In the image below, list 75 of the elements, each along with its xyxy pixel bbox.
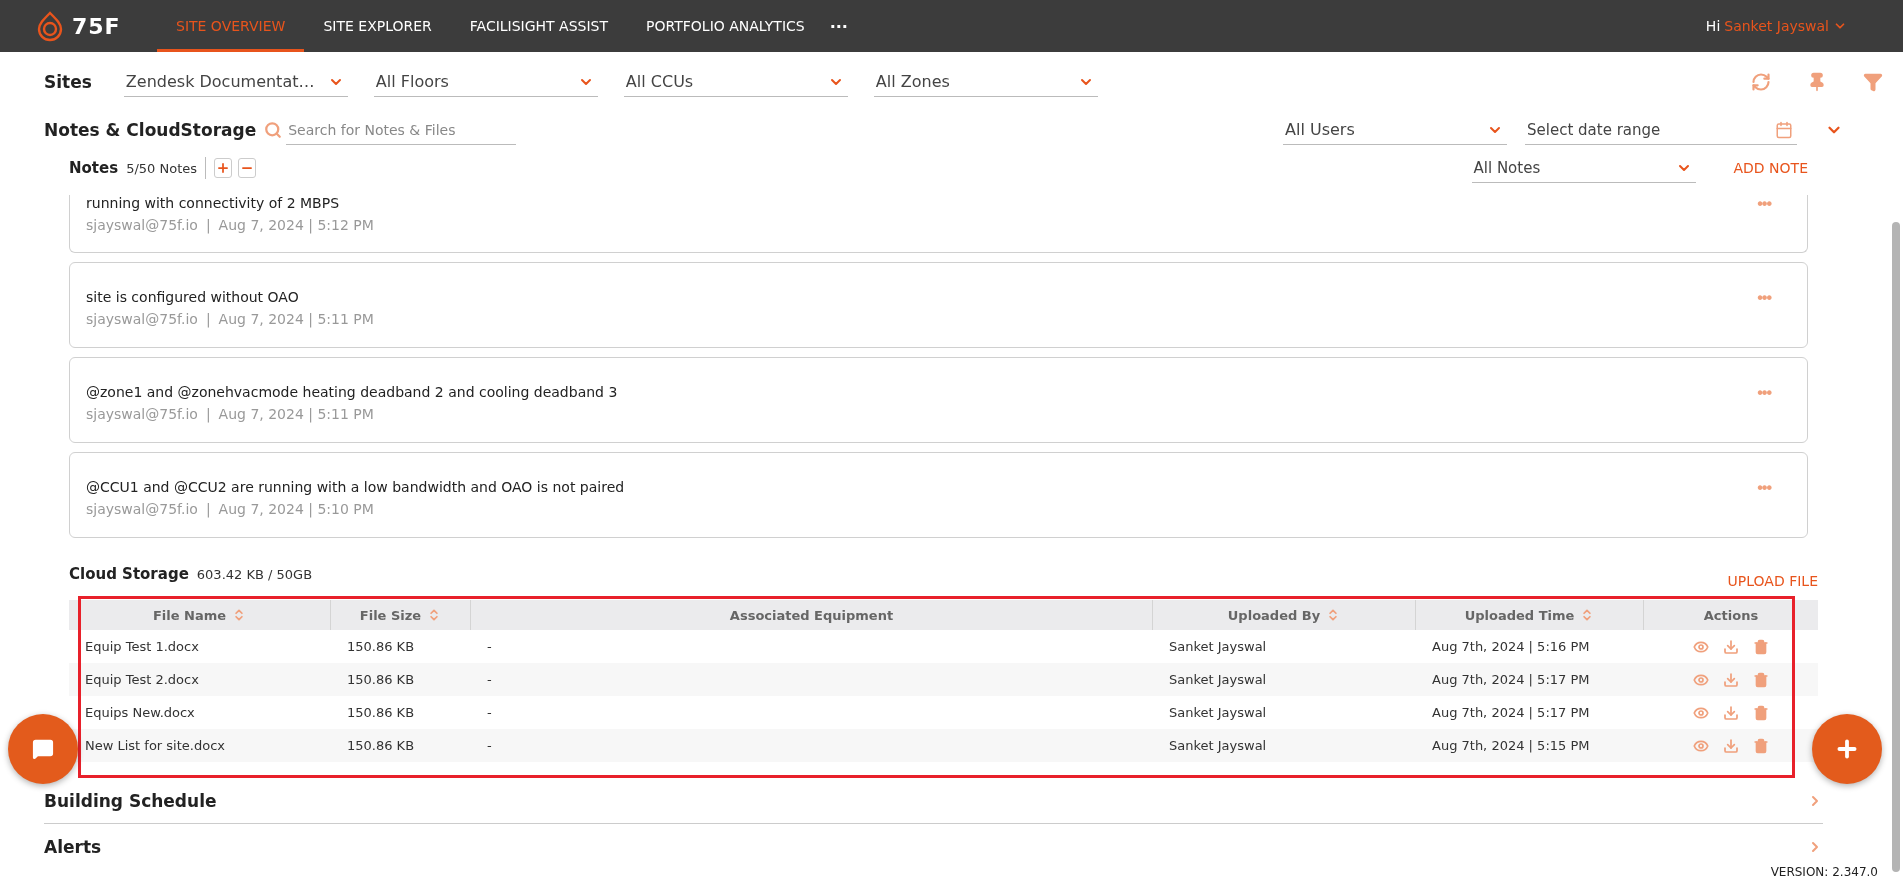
note-text: @CCU1 and @CCU2 are running with a low bandwidth and OAO is not paired bbox=[86, 479, 625, 495]
filter-dropdown[interactable]: All CCUs bbox=[623, 67, 848, 97]
cloud-storage-title: Cloud Storage bbox=[69, 565, 189, 583]
download-icon[interactable] bbox=[1723, 671, 1739, 688]
notes-dropdown[interactable]: All Notes bbox=[1471, 153, 1696, 183]
date-range-field[interactable]: Select date range bbox=[1525, 115, 1797, 145]
table-cell: Sanket Jayswal bbox=[1153, 729, 1416, 762]
section-title: Notes & CloudStorage bbox=[44, 120, 257, 140]
column-header[interactable]: File Size bbox=[331, 600, 471, 630]
trash-icon[interactable] bbox=[1753, 704, 1769, 721]
notes-title: Notes bbox=[69, 159, 119, 177]
pin-icon[interactable] bbox=[1807, 72, 1827, 92]
search-icon bbox=[264, 121, 283, 139]
chat-icon bbox=[32, 738, 54, 760]
trash-icon[interactable] bbox=[1753, 737, 1769, 754]
trash-icon[interactable] bbox=[1753, 671, 1769, 688]
logo-text: 75F bbox=[72, 13, 121, 39]
nav-tab[interactable]: FACILISIGHT ASSIST bbox=[450, 0, 628, 52]
notes-count: 5/50 Notes bbox=[126, 160, 197, 176]
table-cell: Equip Test 2.docx bbox=[69, 663, 331, 696]
nav-tab[interactable]: SITE EXPLORER bbox=[304, 0, 451, 52]
trash-icon[interactable] bbox=[1753, 638, 1769, 655]
note-author: sjayswal@75f.io bbox=[86, 311, 198, 327]
section-heading[interactable]: Alerts bbox=[44, 837, 102, 857]
calendar-icon bbox=[1775, 120, 1793, 139]
add-button[interactable] bbox=[1812, 714, 1882, 784]
column-header[interactable]: Uploaded Time bbox=[1416, 600, 1644, 630]
version-label: VERSION: 2.347.0 bbox=[1770, 865, 1878, 876]
users-dropdown[interactable]: All Users bbox=[1283, 115, 1507, 145]
refresh-icon[interactable] bbox=[1751, 72, 1771, 92]
note-time: Aug 7, 2024 | 5:12 PM bbox=[218, 217, 374, 233]
storage-usage: 603.42 KB / 50GB bbox=[196, 566, 313, 582]
table-cell: - bbox=[471, 663, 1153, 696]
column-header: Associated Equipment bbox=[471, 600, 1153, 630]
download-icon[interactable] bbox=[1723, 704, 1739, 721]
separator: | bbox=[205, 311, 211, 327]
column-header[interactable]: Uploaded By bbox=[1153, 600, 1416, 630]
table-cell: Sanket Jayswal bbox=[1153, 663, 1416, 696]
note-author: sjayswal@75f.io bbox=[86, 406, 198, 422]
note-text: running with connectivity of 2 MBPS bbox=[86, 195, 341, 211]
nav-tab[interactable]: PORTFOLIO ANALYTICS bbox=[627, 0, 824, 52]
note-text: site is configured without OAO bbox=[86, 289, 300, 305]
download-icon[interactable] bbox=[1723, 737, 1739, 754]
table-cell: 150.86 KB bbox=[331, 729, 471, 762]
filter-dropdown[interactable]: All Zones bbox=[873, 67, 1098, 97]
user-menu[interactable]: Hi Sanket Jayswal bbox=[1699, 0, 1853, 52]
more-menu[interactable]: ··· bbox=[823, 0, 854, 52]
filter-icon[interactable] bbox=[1863, 72, 1883, 92]
scrollbar[interactable] bbox=[1892, 222, 1900, 872]
table-cell: 150.86 KB bbox=[331, 663, 471, 696]
filter-dropdown[interactable]: All Floors bbox=[373, 67, 598, 97]
note-time: Aug 7, 2024 | 5:10 PM bbox=[218, 501, 374, 517]
note-time: Aug 7, 2024 | 5:11 PM bbox=[218, 406, 374, 422]
table-cell: Aug 7th, 2024 | 5:17 PM bbox=[1416, 663, 1644, 696]
chat-button[interactable] bbox=[8, 714, 78, 784]
filter-dropdown[interactable]: Zendesk Documentat… bbox=[123, 67, 348, 97]
upload-file-link[interactable]: UPLOAD FILE bbox=[1727, 573, 1818, 589]
download-icon[interactable] bbox=[1723, 638, 1739, 655]
note-time: Aug 7, 2024 | 5:11 PM bbox=[218, 311, 374, 327]
expand-button[interactable] bbox=[214, 158, 232, 178]
table-cell: Aug 7th, 2024 | 5:15 PM bbox=[1416, 729, 1644, 762]
column-header[interactable]: File Name bbox=[69, 600, 331, 630]
add-note-link[interactable]: ADD NOTE bbox=[1733, 160, 1808, 176]
note-author: sjayswal@75f.io bbox=[86, 217, 198, 233]
collapse-button[interactable] bbox=[238, 158, 256, 178]
separator: | bbox=[205, 501, 211, 517]
section-heading[interactable]: Building Schedule bbox=[44, 790, 217, 811]
note-text: @zone1 and @zonehvacmode heating deadband 2 and cooling deadband 3 bbox=[86, 384, 618, 400]
sites-label: Sites bbox=[44, 72, 92, 92]
separator: | bbox=[205, 217, 211, 233]
note-author: sjayswal@75f.io bbox=[86, 501, 198, 517]
separator: | bbox=[205, 406, 211, 422]
column-header: Actions bbox=[1644, 600, 1818, 630]
table-cell: - bbox=[471, 729, 1153, 762]
plus-icon bbox=[216, 161, 230, 175]
